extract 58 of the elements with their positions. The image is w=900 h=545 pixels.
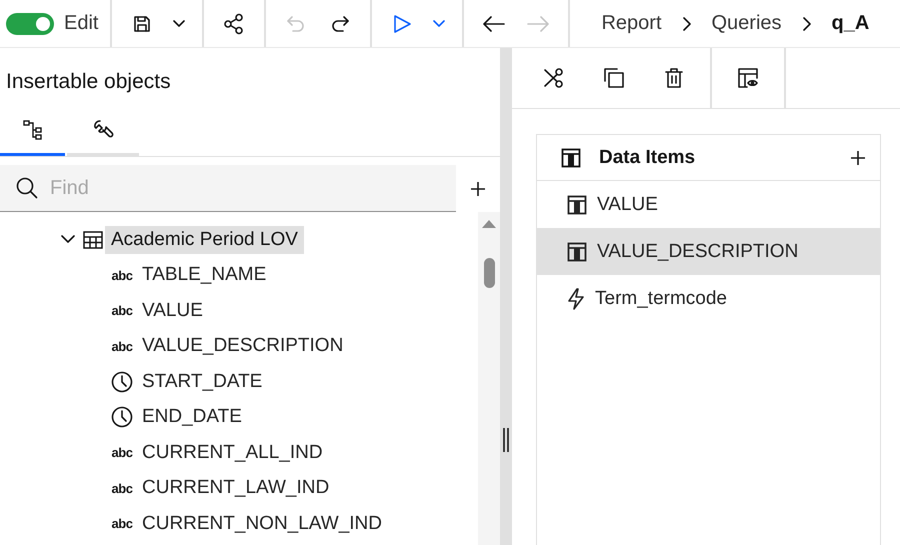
scroll-thumb[interactable]	[484, 258, 494, 288]
data-item[interactable]: Term_termcode	[537, 275, 880, 322]
wrench-icon	[92, 118, 114, 140]
tree-item[interactable]: CURRENT_LAW_IND	[142, 477, 330, 500]
lightning-icon	[567, 288, 585, 310]
save-icon	[132, 14, 152, 34]
undo-icon	[286, 14, 306, 32]
search-field[interactable]: Find	[0, 165, 456, 212]
text-type-icon: abc	[112, 516, 132, 532]
tree-item[interactable]: VALUE	[142, 300, 203, 322]
breadcrumb-link[interactable]: Report	[595, 12, 668, 35]
scroll-up-icon[interactable]	[482, 220, 496, 228]
plus-icon	[851, 150, 865, 164]
tree-item[interactable]: CURRENT_ALL_IND	[142, 442, 323, 464]
caret-icon	[433, 20, 446, 28]
text-type-icon: abc	[112, 480, 132, 496]
chevron-right-icon	[802, 16, 812, 30]
hierarchy-icon	[22, 120, 42, 140]
copy-icon	[603, 67, 625, 89]
table-icon	[83, 230, 103, 250]
tree-item[interactable]: TABLE_NAME	[142, 264, 266, 286]
play-icon	[392, 14, 412, 34]
column-icon	[567, 194, 587, 214]
scrollbar[interactable]	[478, 212, 500, 545]
search-icon	[16, 177, 38, 199]
breadcrumb-link[interactable]: Queries	[706, 12, 788, 35]
tree-item[interactable]: CURRENT_NON_LAW_IND	[142, 512, 382, 535]
clock-icon	[111, 370, 133, 393]
toggle-switch[interactable]	[6, 12, 54, 34]
arrow-right-icon	[527, 16, 550, 32]
column-icon	[567, 242, 587, 262]
tree-item[interactable]: VALUE_DESCRIPTION	[142, 335, 344, 358]
resize-handle[interactable]	[503, 428, 509, 452]
text-type-icon: abc	[112, 338, 132, 354]
trash-icon	[664, 67, 684, 89]
tree-item[interactable]: START_DATE	[142, 370, 262, 393]
clock-icon	[111, 406, 133, 428]
chevron-down-icon[interactable]	[61, 235, 75, 244]
data-item[interactable]: VALUE_DESCRIPTION	[537, 228, 880, 275]
redo-icon	[330, 14, 350, 32]
text-type-icon: abc	[112, 445, 132, 460]
text-type-icon: abc	[112, 303, 132, 318]
breadcrumb-link[interactable]: q_A	[826, 12, 876, 35]
text-type-icon: abc	[112, 268, 132, 283]
toggle-label: Edit	[64, 12, 98, 35]
tree-item[interactable]: Academic Period LOV	[105, 226, 304, 254]
column-icon	[561, 148, 581, 168]
card-title: Data Items	[599, 146, 696, 168]
data-item[interactable]: VALUE	[537, 181, 880, 228]
tree-item[interactable]: END_DATE	[142, 406, 242, 428]
plus-icon	[471, 182, 485, 196]
caret-icon	[173, 20, 186, 28]
panel-title: Insertable objects	[5, 69, 172, 95]
scissors-icon	[543, 68, 565, 88]
share-icon	[223, 12, 246, 34]
arrow-left-icon	[483, 16, 506, 32]
table-eye-icon	[737, 67, 759, 89]
chevron-right-icon	[682, 16, 692, 30]
